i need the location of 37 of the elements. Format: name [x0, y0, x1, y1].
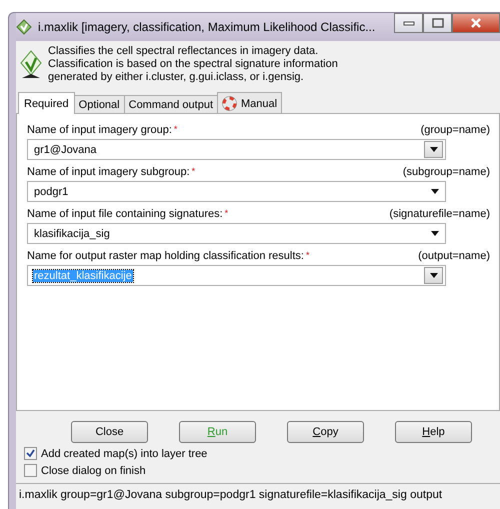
required-mark: * — [174, 124, 178, 136]
required-mark: * — [306, 250, 310, 262]
field-label: Name for output raster map holding classification results: — [27, 250, 304, 262]
field-label: Name of input imagery group: — [27, 124, 172, 136]
help-button[interactable]: Help — [395, 421, 472, 443]
app-logo-icon — [20, 50, 42, 80]
field-label: Name of input file containing signatures: — [27, 208, 223, 220]
app-icon — [16, 19, 32, 35]
window-title: i.maxlik [imagery, classification, Maximum Likelihood Classific... — [38, 20, 376, 34]
combo-box[interactable]: podgr1 — [27, 181, 446, 202]
parameter-name: (output=name) — [418, 250, 490, 262]
checkbox[interactable] — [24, 447, 37, 460]
parameter-name: (subgroup=name) — [402, 166, 490, 178]
window-close-button[interactable] — [452, 13, 500, 33]
parameter-name: (signaturefile=name) — [389, 208, 490, 220]
checkbox[interactable] — [24, 464, 37, 477]
close-button[interactable]: Close — [71, 421, 148, 443]
close-icon — [470, 18, 482, 28]
checkbox-label: Close dialog on finish — [41, 464, 146, 476]
tab[interactable]: Manual — [217, 92, 282, 114]
maximize-button[interactable] — [423, 13, 452, 33]
parameter-name: (group=name) — [420, 124, 490, 136]
description-text: Classifies the cell spectral reflectances in imagery data. Classification is based on the spectral signature information generated by either i.cluster, g.gui.iclass, or i.gensig. — [48, 45, 338, 84]
checkbox-label: Add created map(s) into layer tree — [41, 448, 208, 460]
tab[interactable]: Command output — [124, 95, 218, 114]
maximize-icon — [432, 18, 444, 28]
required-mark: * — [224, 208, 228, 220]
minimize-icon — [402, 20, 414, 26]
copy-button[interactable]: Copy — [287, 421, 364, 443]
combo-box[interactable]: gr1@Jovana — [27, 139, 446, 160]
combo-box[interactable]: klasifikacija_sig — [27, 223, 446, 244]
tab[interactable]: Required — [18, 92, 75, 114]
required-mark: * — [192, 166, 196, 178]
field-label: Name of input imagery subgroup: — [27, 166, 190, 178]
lifebuoy-icon — [222, 96, 238, 111]
tab[interactable]: Optional — [74, 95, 125, 114]
minimize-button[interactable] — [394, 13, 423, 33]
